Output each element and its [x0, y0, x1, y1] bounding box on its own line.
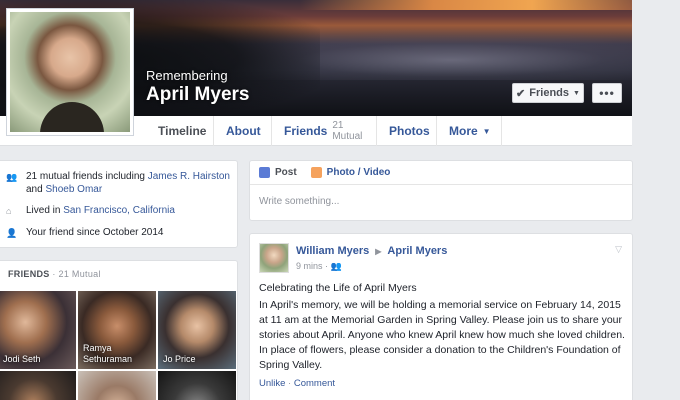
- tab-about[interactable]: About: [214, 116, 272, 146]
- composer-tab-photo[interactable]: Photo / Video: [310, 167, 391, 178]
- profile-picture[interactable]: [6, 8, 134, 136]
- more-options-button[interactable]: •••: [592, 83, 622, 103]
- tab-label: Friends: [284, 124, 328, 138]
- mutual-friends-row: 👥 21 mutual friends including James R. H…: [6, 170, 236, 196]
- lived-place-link[interactable]: San Francisco, California: [63, 205, 175, 216]
- friend-tile[interactable]: Ramya Sethuraman: [78, 291, 156, 369]
- post-body: In April's memory, we will be holding a …: [259, 299, 625, 371]
- friend-tile[interactable]: [158, 371, 236, 400]
- intro-card: 👥 21 mutual friends including James R. H…: [0, 160, 238, 248]
- tab-more[interactable]: More ▼: [437, 116, 502, 146]
- tab-label: About: [226, 124, 261, 138]
- profile-name[interactable]: April Myers: [146, 84, 249, 106]
- composer-tab-label: Photo / Video: [326, 167, 391, 178]
- post-time[interactable]: 9 mins ·: [296, 261, 328, 271]
- mutual-prefix: 21 mutual friends including: [26, 171, 145, 182]
- caret-down-icon: ▼: [482, 126, 491, 136]
- friend-name: Ramya Sethuraman: [83, 343, 133, 364]
- cover-sunset: [300, 0, 632, 10]
- post-meta: 9 mins · 👥: [296, 261, 342, 272]
- tab-label: Photos: [389, 124, 430, 138]
- separator: ·: [288, 378, 292, 389]
- profile-photo: [10, 12, 130, 132]
- friend-name: Jo Price: [163, 354, 196, 364]
- friend-since-row: 👤 Your friend since October 2014: [6, 226, 164, 240]
- pencil-icon: [259, 167, 270, 178]
- friend-tile[interactable]: [78, 371, 156, 400]
- arrow-right-icon: ▶: [375, 246, 382, 256]
- mutual-friend-link[interactable]: James R. Hairston: [148, 171, 230, 182]
- friend-tile[interactable]: Jodi Seth: [0, 291, 76, 369]
- mutual-friends-text: 21 mutual friends including James R. Hai…: [26, 170, 236, 196]
- mutual-and: and: [26, 184, 43, 195]
- friends-title: FRIENDS: [8, 269, 50, 279]
- friends-heading[interactable]: FRIENDS · 21 Mutual: [8, 269, 101, 279]
- author-link[interactable]: William Myers: [296, 245, 369, 257]
- remembering-label: Remembering: [146, 68, 228, 83]
- photo-icon: [310, 167, 322, 178]
- tab-timeline[interactable]: Timeline: [146, 116, 214, 146]
- post-header: William Myers ▶ April Myers: [296, 245, 447, 257]
- friend-name: Jodi Seth: [3, 354, 41, 364]
- checkmark-icon: ✔: [516, 87, 526, 100]
- post-actions: Unlike · Comment: [259, 378, 335, 389]
- tab-sub: 21 Mutual: [332, 120, 363, 142]
- mutual-friend-link[interactable]: Shoeb Omar: [45, 184, 102, 195]
- composer-tab-post[interactable]: Post: [259, 167, 297, 178]
- composer-input[interactable]: Write something...: [259, 196, 339, 207]
- tab-friends[interactable]: Friends 21 Mutual: [272, 116, 377, 146]
- friends-card: FRIENDS · 21 Mutual Jodi Seth Ramya Seth…: [0, 260, 238, 400]
- post-title: Celebrating the Life of April Myers: [259, 282, 417, 294]
- tab-photos[interactable]: Photos: [377, 116, 437, 146]
- right-gutter: [632, 0, 680, 400]
- composer-tabs: Post Photo / Video: [250, 161, 632, 185]
- caret-down-icon: ▼: [573, 89, 580, 97]
- composer-tab-label: Post: [275, 167, 297, 178]
- person-icon: 👤: [6, 228, 18, 238]
- author-avatar[interactable]: [259, 243, 289, 273]
- friend-tile[interactable]: Jo Price: [158, 291, 236, 369]
- friends-count: · 21 Mutual: [52, 269, 101, 279]
- friend-tile[interactable]: [0, 371, 76, 400]
- friends-button[interactable]: ✔ Friends ▼: [512, 83, 584, 103]
- lived-in-row: ⌂ Lived in San Francisco, California: [6, 204, 175, 218]
- people-icon: 👥: [6, 172, 18, 182]
- post-composer: Post Photo / Video Write something...: [249, 160, 633, 221]
- home-icon: ⌂: [6, 206, 12, 216]
- lived-text: Lived in San Francisco, California: [26, 204, 175, 218]
- tab-label: Timeline: [158, 124, 207, 138]
- friends-button-label: Friends: [529, 87, 569, 99]
- audience-icon[interactable]: 👥: [331, 261, 342, 271]
- chevron-down-icon[interactable]: ▽: [615, 244, 622, 255]
- lived-prefix: Lived in: [26, 205, 61, 216]
- comment-link[interactable]: Comment: [294, 378, 335, 389]
- target-link[interactable]: April Myers: [387, 245, 447, 257]
- tab-label: More: [449, 124, 478, 138]
- timeline-post: William Myers ▶ April Myers 9 mins · 👥 ▽…: [249, 233, 633, 400]
- unlike-link[interactable]: Unlike: [259, 378, 285, 389]
- friend-since-text: Your friend since October 2014: [26, 227, 164, 238]
